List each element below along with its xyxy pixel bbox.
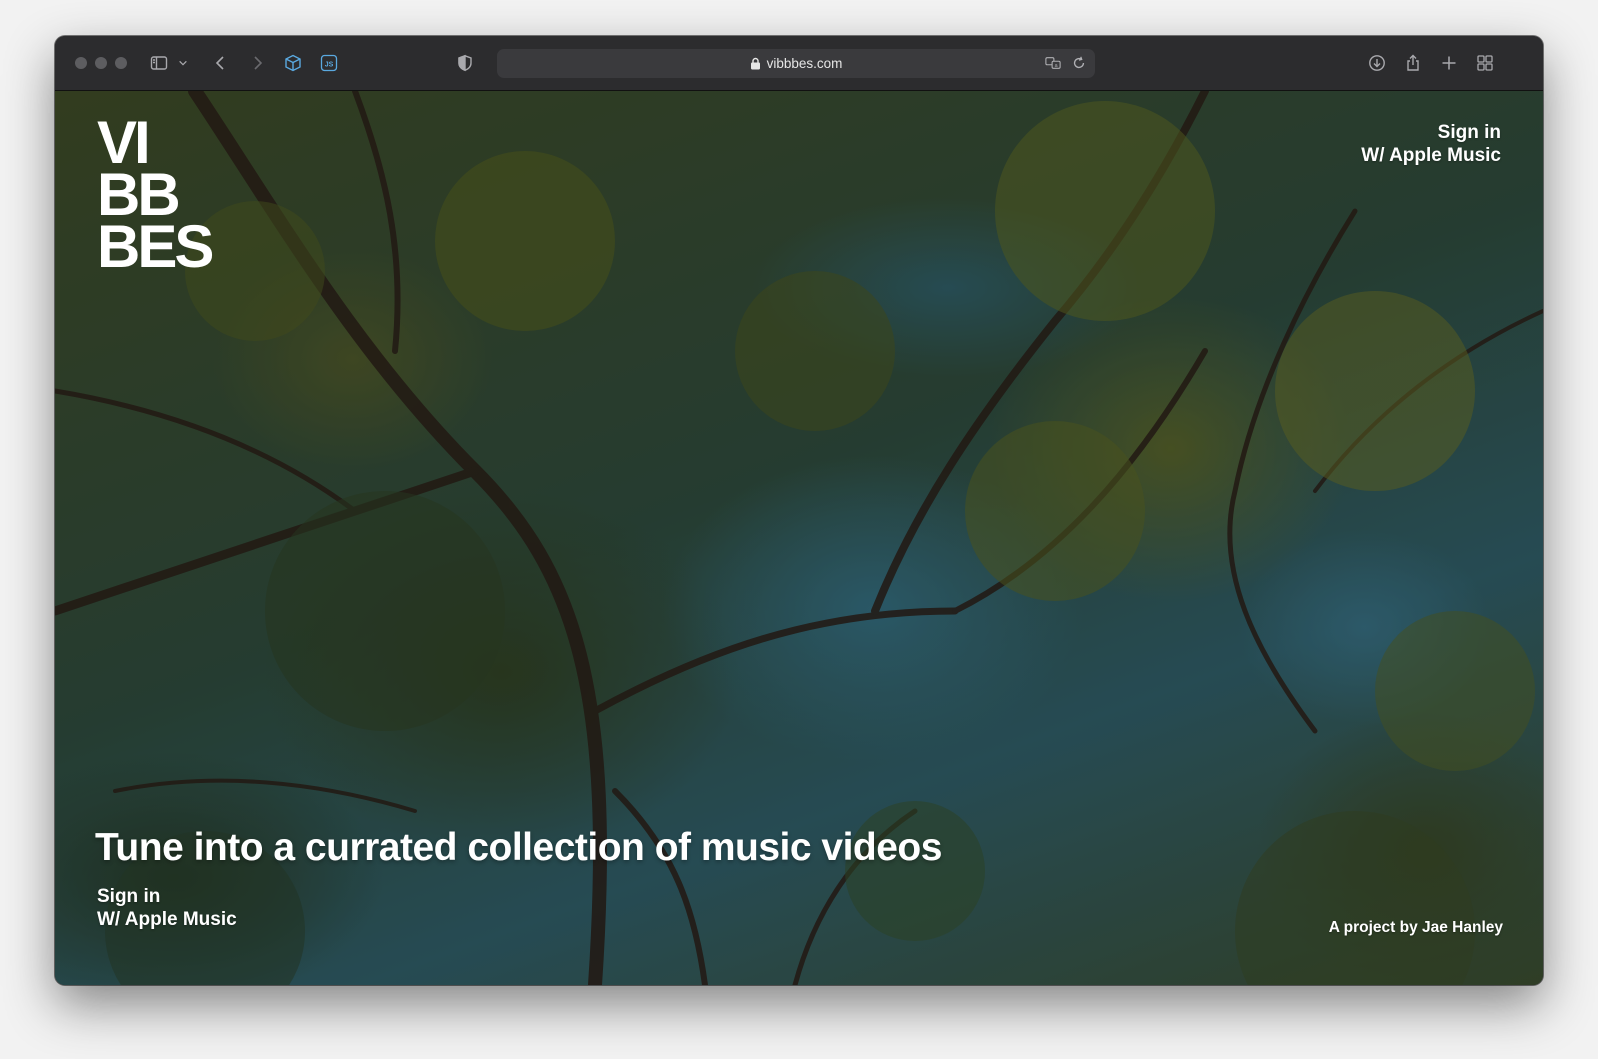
project-credit-link[interactable]: A project by Jae Hanley [1329, 919, 1503, 937]
apple-music-label: W/ Apple Music [1361, 145, 1501, 166]
privacy-shield-icon[interactable] [453, 51, 477, 75]
window-controls [75, 57, 127, 69]
apple-music-label: W/ Apple Music [97, 909, 237, 930]
url-text: vibbbes.com [766, 56, 843, 71]
lock-icon [750, 57, 760, 70]
share-icon[interactable] [1401, 51, 1425, 75]
browser-window: JS vibbbes.com a VI BB BES Sign in W/ Ap… [55, 36, 1543, 985]
svg-text:JS: JS [325, 62, 334, 69]
new-tab-icon[interactable] [1437, 51, 1461, 75]
back-icon[interactable] [209, 51, 233, 75]
forward-icon[interactable] [245, 51, 269, 75]
page-viewport: VI BB BES Sign in W/ Apple Music Tune in… [55, 91, 1543, 985]
logo-line: BES [97, 213, 214, 280]
download-icon[interactable] [1365, 51, 1389, 75]
sign-in-label: Sign in [97, 886, 161, 907]
sign-in-apple-music-button-top[interactable]: Sign in W/ Apple Music [1361, 121, 1501, 167]
translate-icon[interactable]: a [1043, 53, 1063, 73]
hero-headline: Tune into a currated collection of music… [95, 826, 942, 869]
address-bar[interactable]: vibbbes.com a [497, 49, 1095, 78]
svg-text:a: a [1055, 63, 1058, 69]
close-window-button[interactable] [75, 57, 87, 69]
sign-in-apple-music-button-bottom[interactable]: Sign in W/ Apple Music [97, 885, 237, 931]
sidebar-icon[interactable] [147, 51, 171, 75]
js-extension-icon[interactable]: JS [317, 51, 341, 75]
chevron-down-icon[interactable] [175, 51, 191, 75]
cube-extension-icon[interactable] [281, 51, 305, 75]
zoom-window-button[interactable] [115, 57, 127, 69]
tab-overview-icon[interactable] [1473, 51, 1497, 75]
minimize-window-button[interactable] [95, 57, 107, 69]
vibbbes-logo[interactable]: VI BB BES [97, 113, 214, 280]
reload-icon[interactable] [1069, 53, 1089, 73]
browser-toolbar: JS vibbbes.com a [55, 36, 1543, 91]
sign-in-label: Sign in [1437, 122, 1501, 143]
